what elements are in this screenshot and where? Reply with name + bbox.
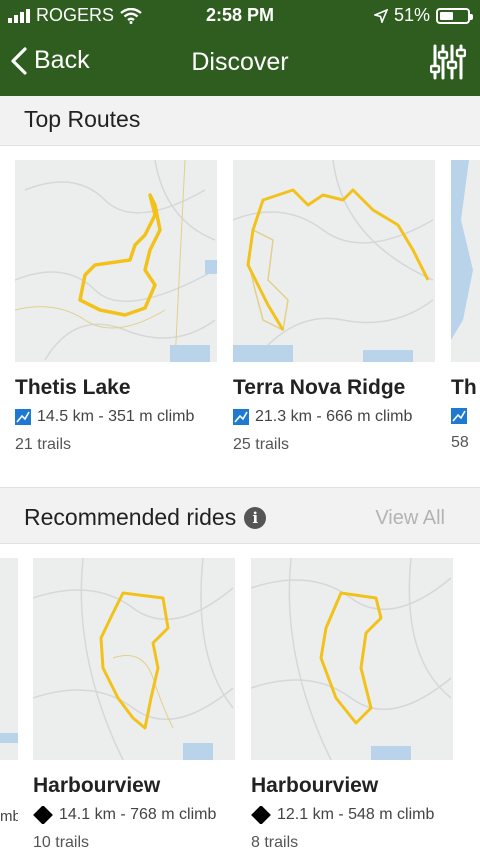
battery-percent: 51% [393, 5, 430, 25]
black-diamond-icon [33, 806, 53, 824]
ride-map-thumbnail [33, 558, 235, 760]
route-name: Terra Nova Ridge [233, 376, 406, 399]
route-trail-count: 21 trails [15, 436, 72, 453]
ride-stats: 14.1 km - 768 m climb [33, 806, 235, 824]
recommended-rides-header: Recommended rides i View All [0, 487, 480, 544]
route-distance-climb: 14.5 km - 351 m climb [37, 408, 195, 425]
ride-distance-climb: 14.1 km - 768 m climb [59, 806, 217, 823]
section-title-recommended: Recommended rides i [24, 504, 267, 531]
ride-trail-count: 10 trails [33, 834, 90, 851]
route-card-terra-nova-ridge[interactable]: Terra Nova Ridge 21.3 km - 666 m climb 2… [233, 160, 435, 454]
location-icon [373, 8, 388, 23]
ride-card-partial[interactable]: mb [0, 558, 18, 825]
sliders-icon[interactable] [430, 42, 466, 82]
ride-stats: 12.1 km - 548 m climb [251, 806, 453, 824]
route-map-thumbnail [451, 160, 480, 362]
ride-map-thumbnail [0, 558, 18, 760]
black-diamond-icon [251, 806, 271, 824]
ride-distance-climb: 12.1 km - 548 m climb [277, 806, 435, 823]
section-title-top-routes: Top Routes [24, 106, 141, 132]
route-map-thumbnail [15, 160, 217, 362]
status-bar: ROGERS 2:58 PM 51% [0, 0, 480, 32]
page-title: Discover [191, 48, 289, 76]
route-trail-count: 58 [451, 434, 469, 451]
route-stats: 14.5 km - 351 m climb [15, 408, 217, 426]
chart-icon [15, 409, 31, 425]
nav-bar: Back Discover [0, 36, 480, 92]
ride-name: Harbourview [251, 774, 379, 797]
ride-trail-count: 8 trails [251, 834, 299, 851]
chart-icon [451, 408, 467, 424]
route-name: Th [451, 376, 477, 399]
top-routes-header: Top Routes [0, 96, 480, 146]
view-all-link[interactable]: View All [375, 507, 445, 530]
route-distance-climb: 21.3 km - 666 m climb [255, 408, 413, 425]
route-card-thetis-lake[interactable]: Thetis Lake 14.5 km - 351 m climb 21 tra… [15, 160, 217, 454]
ride-card-harbourview-1[interactable]: Harbourview 14.1 km - 768 m climb 10 tra… [33, 558, 235, 852]
ride-card-harbourview-2[interactable]: Harbourview 12.1 km - 548 m climb 8 trai… [251, 558, 453, 852]
route-name: Thetis Lake [15, 376, 131, 399]
route-trail-count: 25 trails [233, 436, 290, 453]
chart-icon [233, 409, 249, 425]
ride-name: Harbourview [33, 774, 161, 797]
ride-map-thumbnail [251, 558, 453, 760]
ride-stats: mb [0, 808, 18, 825]
battery-icon [436, 7, 473, 24]
app-header: ROGERS 2:58 PM 51% Back Discover [0, 0, 480, 96]
info-icon[interactable]: i [244, 506, 267, 529]
route-stats [451, 408, 480, 424]
route-card-partial[interactable]: Th 58 [451, 160, 480, 452]
recommended-rides-label: Recommended rides [24, 504, 237, 530]
route-map-thumbnail [233, 160, 435, 362]
route-stats: 21.3 km - 666 m climb [233, 408, 435, 426]
